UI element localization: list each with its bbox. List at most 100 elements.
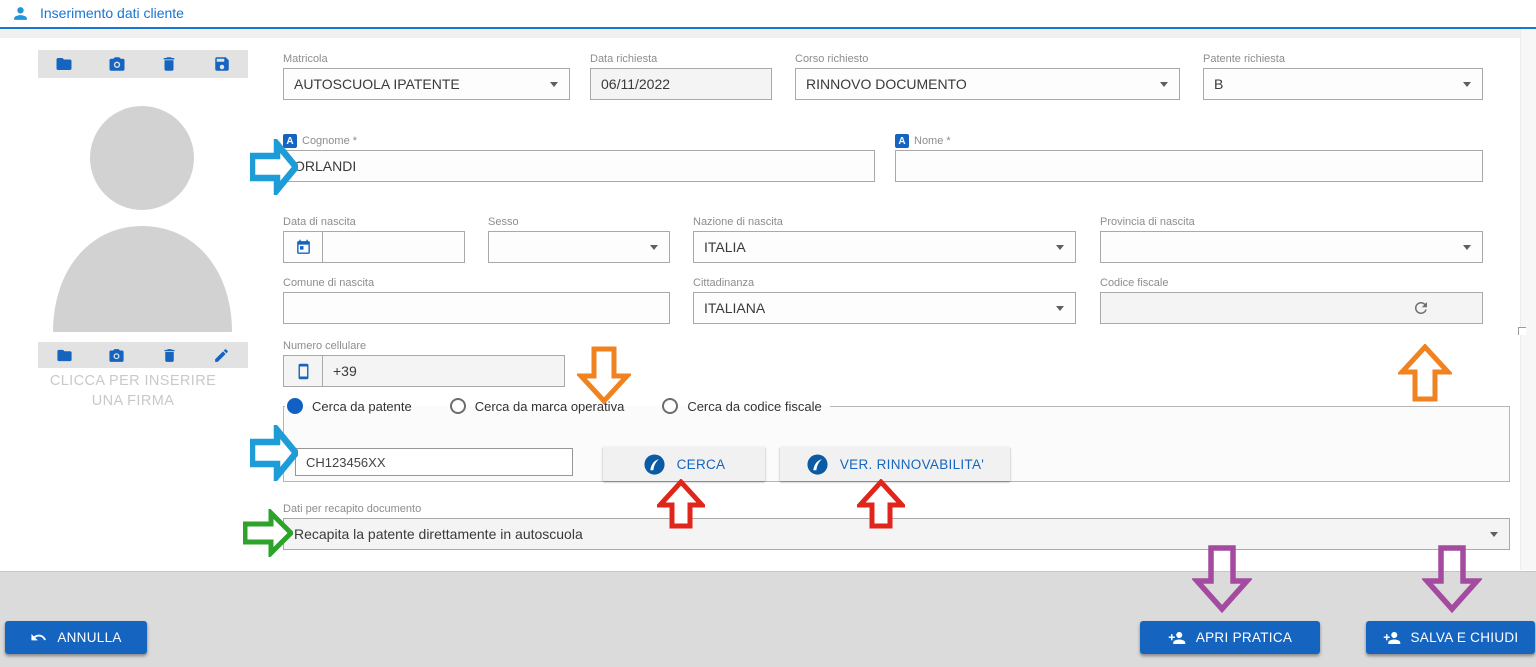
radio-unselected-icon: [662, 398, 679, 414]
numero-cellulare-label: Numero cellulare: [283, 340, 367, 352]
annulla-button[interactable]: ANNULLA: [5, 621, 147, 654]
page-header: Inserimento dati cliente: [0, 0, 1536, 29]
cognome-input[interactable]: ORLANDI: [283, 150, 875, 182]
green-arrow-recapito: [243, 509, 293, 557]
orange-arrow-down-codice-fiscale-radio: [577, 346, 631, 404]
corso-richiesto-field: Corso richiesto RINNOVO DOCUMENTO: [795, 52, 1180, 100]
portale-automobilista-icon: [807, 453, 828, 475]
header-strip: [0, 29, 1536, 38]
purple-arrow-salva-chiudi: [1422, 545, 1482, 613]
salva-e-chiudi-button[interactable]: SALVA E CHIUDI: [1366, 621, 1535, 654]
signature-toolbar: [38, 342, 248, 368]
cittadinanza-label: Cittadinanza: [693, 277, 755, 289]
page-title: Inserimento dati cliente: [40, 5, 184, 21]
scrollbar-track[interactable]: [1520, 29, 1536, 570]
nazione-nascita-field: Nazione di nascita ITALIA: [693, 215, 1076, 263]
calendar-icon: [296, 239, 310, 254]
blue-arrow-search-input: [250, 425, 298, 481]
patente-richiesta-label: Patente richiesta: [1203, 53, 1285, 65]
person-icon: [14, 7, 27, 20]
patente-richiesta-select[interactable]: B: [1203, 68, 1483, 100]
refresh-icon[interactable]: [1412, 299, 1430, 317]
codice-fiscale-label: Codice fiscale: [1100, 277, 1169, 289]
person-add-icon: [1383, 631, 1400, 644]
chevron-down-icon: [1160, 82, 1168, 87]
signature-hint[interactable]: CLICCA PER INSERIRE UNA FIRMA: [43, 372, 223, 411]
verifica-rinnovabilita-button[interactable]: VER. RINNOVABILITA': [780, 447, 1010, 481]
folder-icon[interactable]: [55, 55, 73, 73]
radio-cerca-da-codice-fiscale[interactable]: Cerca da codice fiscale: [662, 398, 822, 414]
chevron-down-icon: [650, 245, 658, 250]
comune-nascita-label: Comune di nascita: [283, 277, 375, 289]
undo-icon: [31, 633, 47, 641]
camera-icon[interactable]: [108, 55, 126, 73]
cittadinanza-select[interactable]: ITALIANA: [693, 292, 1076, 324]
nazione-nascita-select[interactable]: ITALIA: [693, 231, 1076, 263]
folder-icon[interactable]: [56, 347, 73, 364]
data-nascita-label: Data di nascita: [283, 216, 356, 228]
provincia-nascita-label: Provincia di nascita: [1100, 216, 1195, 228]
cognome-field: A Cognome * ORLANDI: [283, 134, 875, 182]
radio-unselected-icon: [449, 398, 466, 414]
corso-richiesto-label: Corso richiesto: [795, 53, 869, 65]
red-arrow-up-cerca: [657, 479, 705, 529]
chevron-down-icon: [1463, 245, 1471, 250]
chevron-down-icon: [1056, 245, 1064, 250]
search-panel: Cerca da patente Cerca da marca operativ…: [283, 398, 1510, 482]
camera-icon[interactable]: [108, 347, 125, 364]
comune-nascita-input[interactable]: [283, 292, 670, 324]
comune-nascita-field: Comune di nascita: [283, 276, 670, 324]
trash-icon[interactable]: [161, 347, 178, 364]
text-field-icon: A: [895, 134, 909, 148]
data-richiesta-field: Data richiesta 06/11/2022: [590, 52, 772, 100]
cognome-label: Cognome *: [302, 135, 358, 147]
sesso-label: Sesso: [488, 216, 519, 228]
person-add-icon: [1168, 631, 1186, 644]
provincia-nascita-field: Provincia di nascita: [1100, 215, 1483, 263]
nome-label: Nome *: [914, 135, 951, 147]
pencil-icon[interactable]: [213, 347, 230, 364]
matricola-label: Matricola: [283, 53, 328, 65]
purple-arrow-apri-pratica: [1192, 545, 1252, 613]
avatar-placeholder[interactable]: [35, 90, 250, 332]
trash-icon[interactable]: [160, 55, 178, 73]
numero-cellulare-input[interactable]: +39: [283, 355, 565, 387]
photo-toolbar: [38, 50, 248, 78]
radio-selected-icon: [287, 398, 303, 414]
resize-grip[interactable]: [1518, 327, 1526, 335]
portale-automobilista-icon: [644, 453, 665, 475]
chevron-down-icon: [550, 82, 558, 87]
sesso-select[interactable]: [488, 231, 670, 263]
radio-cerca-da-patente[interactable]: Cerca da patente: [287, 398, 412, 414]
orange-arrow-up-refresh: [1398, 344, 1452, 402]
patente-richiesta-field: Patente richiesta B: [1203, 52, 1483, 100]
patente-search-input[interactable]: [295, 448, 573, 476]
corso-richiesto-select[interactable]: RINNOVO DOCUMENTO: [795, 68, 1180, 100]
smartphone-icon: [298, 363, 308, 379]
nazione-nascita-label: Nazione di nascita: [693, 216, 783, 228]
provincia-nascita-select[interactable]: [1100, 231, 1483, 263]
cerca-button[interactable]: CERCA: [603, 447, 765, 481]
search-mode-radio-group: Cerca da patente Cerca da marca operativ…: [285, 398, 830, 414]
data-richiesta-input[interactable]: 06/11/2022: [590, 68, 772, 100]
sesso-field: Sesso: [488, 215, 670, 263]
save-icon[interactable]: [213, 55, 231, 73]
chevron-down-icon: [1056, 306, 1064, 311]
cittadinanza-field: Cittadinanza ITALIANA: [693, 276, 1076, 324]
red-arrow-up-rinnovabilita: [857, 479, 905, 529]
chevron-down-icon: [1490, 532, 1498, 537]
codice-fiscale-input[interactable]: [1100, 292, 1483, 324]
matricola-field: Matricola AUTOSCUOLA IPATENTE: [283, 52, 570, 100]
apri-pratica-button[interactable]: APRI PRATICA: [1140, 621, 1320, 654]
blue-arrow-cognome: [250, 139, 298, 195]
data-nascita-field: Data di nascita: [283, 215, 465, 263]
matricola-select[interactable]: AUTOSCUOLA IPATENTE: [283, 68, 570, 100]
data-nascita-input[interactable]: [283, 231, 465, 263]
codice-fiscale-field: Codice fiscale: [1100, 276, 1483, 324]
numero-cellulare-field: Numero cellulare +39: [283, 339, 565, 387]
nome-input[interactable]: [895, 150, 1483, 182]
nome-field: A Nome *: [895, 134, 1483, 182]
data-richiesta-label: Data richiesta: [590, 53, 658, 65]
inserimento-dati-cliente-window: Inserimento dati cliente CLICCA PER INSE…: [0, 0, 1536, 667]
chevron-down-icon: [1463, 82, 1471, 87]
